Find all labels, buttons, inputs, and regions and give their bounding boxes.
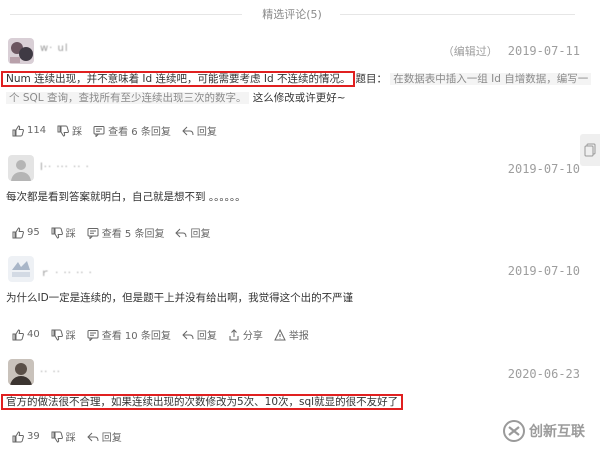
share-icon (229, 328, 239, 340)
divider-right (340, 14, 575, 15)
document-icon (584, 143, 596, 157)
like-button[interactable]: 114 (12, 124, 47, 137)
like-button[interactable]: 95 (12, 226, 40, 239)
nickname[interactable]: w· ul (40, 43, 69, 54)
nickname[interactable]: ｒ · ·· ·· · (40, 264, 93, 279)
share-button[interactable]: 分享 (228, 327, 263, 342)
thumbs-down-icon (57, 125, 70, 137)
like-count: 114 (27, 125, 47, 136)
highlighted-text: 官方的做法很不合理，如果连续出现的次数修改为5次、10次，sql就显的很不友好了 (1, 394, 404, 410)
reply-label: 回复 (190, 229, 211, 240)
like-count: 39 (27, 431, 40, 442)
comment-actions: 39 踩 回复 (12, 429, 133, 444)
dislike-button[interactable]: 踩 (57, 123, 82, 138)
comment-bubble-icon (87, 329, 99, 341)
comment-body: Num 连续出现，并不意味着 Id 连续吧，可能需要考虑 Id 不连续的情况。题… (1, 70, 592, 108)
comment-date: 2019-07-10 (508, 162, 580, 176)
body-text-tail: 这么修改或许更好~ (249, 92, 346, 104)
comment-actions: 95 踩 查看 5 条回复 回复 (12, 225, 221, 240)
reply-button[interactable]: 回复 (175, 225, 210, 240)
dislike-button[interactable]: 踩 (51, 429, 76, 444)
thumbs-down-icon (51, 431, 63, 443)
thumbs-down-icon (51, 329, 63, 341)
quoted-question: 在数据表中插入一组 Id 自增数据，编写一 (390, 73, 592, 85)
comment-date: 2019-07-10 (508, 264, 580, 278)
divider-left (10, 14, 242, 15)
date-value: 2019-07-11 (507, 44, 580, 58)
reply-button[interactable]: 回复 (182, 123, 217, 138)
dislike-button[interactable]: 踩 (51, 327, 76, 342)
reply-arrow-icon (87, 432, 99, 441)
thumbs-up-icon (12, 430, 24, 442)
date-value: 2019-07-10 (507, 162, 580, 176)
report-label: 举报 (288, 331, 309, 342)
section-title: 精选评论(5) (262, 8, 322, 21)
view-replies-label: 查看 10 条回复 (101, 331, 171, 342)
reply-arrow-icon (182, 330, 194, 339)
body-text: 题目： (355, 73, 387, 85)
thumbs-up-icon (12, 328, 24, 340)
view-replies-label: 查看 6 条回复 (108, 127, 171, 138)
highlighted-text: Num 连续出现，并不意味着 Id 连续吧，可能需要考虑 Id 不连续的情况。 (1, 71, 356, 87)
thumbs-up-icon (12, 124, 24, 136)
reply-button[interactable]: 回复 (182, 327, 217, 342)
comment-body: 为什么ID一定是连续的，但是题干上并没有给出啊，我觉得这个出的不严谨 (6, 289, 353, 308)
thumbs-down-icon (51, 227, 63, 239)
warning-icon (274, 328, 286, 340)
comment-actions: 40 踩 查看 10 条回复 回复 分享 举报 (12, 327, 320, 342)
like-button[interactable]: 40 (12, 328, 40, 341)
quoted-question-cont: 个 SQL 查询，查找所有至少连续出现三次的数字。 (6, 92, 250, 104)
view-replies-button[interactable]: 查看 10 条回复 (87, 327, 171, 342)
side-float-button[interactable] (580, 134, 600, 166)
comment-bubble-icon (93, 125, 105, 137)
view-replies-button[interactable]: 查看 6 条回复 (93, 123, 171, 138)
dislike-label: 踩 (65, 331, 76, 342)
reply-label: 回复 (101, 433, 122, 444)
avatar[interactable] (8, 359, 34, 385)
avatar[interactable] (8, 256, 34, 282)
avatar[interactable] (8, 38, 34, 64)
like-count: 95 (27, 227, 40, 238)
date-value: 2019-07-10 (507, 264, 580, 278)
dislike-label: 踩 (65, 433, 76, 444)
reply-label: 回复 (196, 331, 217, 342)
comment-bubble-icon (87, 227, 99, 239)
share-label: 分享 (242, 331, 263, 342)
report-button[interactable]: 举报 (274, 327, 309, 342)
comments-header: 精选评论(5) (0, 4, 600, 24)
dislike-label: 踩 (72, 127, 83, 138)
dislike-label: 踩 (65, 229, 76, 240)
like-count: 40 (27, 329, 40, 340)
body-text: 每次都是看到答案就明白，自己就是想不到 。。。。。。 (6, 191, 246, 203)
comment-actions: 114 踩 查看 6 条回复 回复 (12, 123, 228, 138)
avatar[interactable] (8, 155, 34, 181)
like-button[interactable]: 39 (12, 430, 40, 443)
reply-arrow-icon (182, 126, 194, 135)
thumbs-up-icon (12, 226, 24, 238)
view-replies-button[interactable]: 查看 5 条回复 (87, 225, 165, 240)
comment-body: 官方的做法很不合理，如果连续出现的次数修改为5次、10次，sql就显的很不友好了 (1, 393, 404, 412)
reply-button[interactable]: 回复 (87, 429, 122, 444)
reply-arrow-icon (175, 228, 187, 237)
view-replies-label: 查看 5 条回复 (101, 229, 165, 240)
nickname[interactable]: ·· ·· (40, 367, 61, 378)
body-text: 为什么ID一定是连续的，但是题干上并没有给出啊，我觉得这个出的不严谨 (6, 292, 354, 304)
comment-date: 2020-06-23 (508, 367, 580, 381)
comment-body: 每次都是看到答案就明白，自己就是想不到 。。。。。。 (6, 188, 246, 207)
dislike-button[interactable]: 踩 (51, 225, 76, 240)
reply-label: 回复 (196, 127, 217, 138)
nickname[interactable]: l·· ··· ·· · (40, 162, 90, 173)
watermark-logo-icon (503, 420, 525, 442)
watermark-text: 创新互联 (529, 424, 585, 440)
watermark: 创新互联 (503, 420, 585, 442)
date-value: 2020-06-23 (507, 367, 580, 381)
comment-date: （编辑过） 2019-07-11 (443, 43, 580, 59)
edited-label: （编辑过） (442, 45, 498, 58)
